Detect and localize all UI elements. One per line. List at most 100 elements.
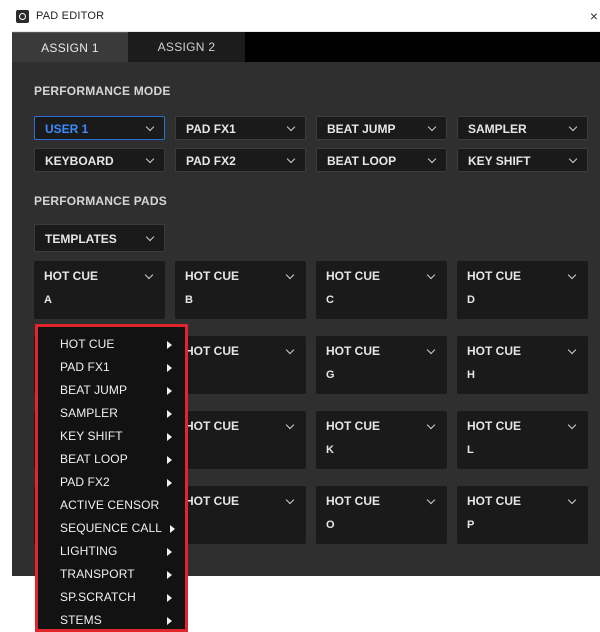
pad-g[interactable]: HOT CUE G [316,336,447,394]
pad-type: HOT CUE [326,344,380,358]
chevron-down-icon[interactable] [286,269,296,281]
tab-bar: ASSIGN 1 ASSIGN 2 [12,32,600,62]
pad-h[interactable]: HOT CUE H [457,336,588,394]
menu-item-label: PAD FX1 [60,360,110,374]
chevron-down-icon [287,121,297,133]
tab-assign-1[interactable]: ASSIGN 1 [12,32,128,62]
submenu-arrow-icon [167,548,172,556]
pad-f[interactable]: HOT CUE [175,336,306,394]
performance-pads-title: PERFORMANCE PADS [34,194,167,208]
pad-type: HOT CUE [326,419,380,433]
menu-item-transport[interactable]: TRANSPORT [38,563,185,585]
close-icon[interactable]: × [590,8,598,24]
chevron-down-icon[interactable] [568,419,578,431]
pad-d[interactable]: HOT CUE D [457,261,588,319]
pad-j[interactable]: HOT CUE [175,411,306,469]
menu-item-sampler[interactable]: SAMPLER [38,402,185,424]
pad-type: HOT CUE [467,269,521,283]
pad-type: HOT CUE [326,494,380,508]
submenu-arrow-icon [167,410,172,418]
mode-dropdown-keyboard[interactable]: KEYBOARD [34,148,165,172]
menu-item-label: BEAT JUMP [60,383,128,397]
menu-item-label: TRANSPORT [60,567,135,581]
menu-item-stems[interactable]: STEMS [38,609,185,631]
pad-b[interactable]: HOT CUE B [175,261,306,319]
mode-dropdown-sampler[interactable]: SAMPLER [457,116,588,140]
submenu-arrow-icon [167,571,172,579]
pad-type: HOT CUE [185,269,239,283]
chevron-down-icon [146,153,156,165]
menu-item-beat-loop[interactable]: BEAT LOOP [38,448,185,470]
menu-item-active-censor[interactable]: ACTIVE CENSOR [38,494,185,516]
menu-item-label: KEY SHIFT [60,429,123,443]
dropdown-label: SAMPLER [468,122,527,136]
menu-item-label: LIGHTING [60,544,118,558]
pad-o[interactable]: HOT CUE O [316,486,447,544]
dropdown-label: BEAT LOOP [327,154,397,168]
pad-letter: G [326,369,335,381]
pad-letter: D [467,294,475,306]
menu-item-label: PAD FX2 [60,475,110,489]
chevron-down-icon[interactable] [427,419,437,431]
menu-item-beat-jump[interactable]: BEAT JUMP [38,379,185,401]
pad-a[interactable]: HOT CUE A [34,261,165,319]
performance-mode-title: PERFORMANCE MODE [34,84,171,98]
menu-item-sequence-call[interactable]: SEQUENCE CALL [38,517,185,539]
pad-type: HOT CUE [185,494,239,508]
pad-letter: B [185,294,193,306]
pad-l[interactable]: HOT CUE L [457,411,588,469]
chevron-down-icon[interactable] [568,344,578,356]
mode-dropdown-pad-fx1[interactable]: PAD FX1 [175,116,306,140]
mode-dropdown-beat-loop[interactable]: BEAT LOOP [316,148,447,172]
submenu-arrow-icon [167,456,172,464]
mode-dropdown-user-1[interactable]: USER 1 [34,116,165,140]
chevron-down-icon [428,153,438,165]
submenu-arrow-icon [167,387,172,395]
pad-c[interactable]: HOT CUE C [316,261,447,319]
chevron-down-icon[interactable] [427,344,437,356]
chevron-down-icon[interactable] [427,494,437,506]
title-bar: PAD EDITOR × [12,0,600,32]
pad-type: HOT CUE [467,344,521,358]
chevron-down-icon [146,121,156,133]
pad-type: HOT CUE [467,494,521,508]
menu-item-key-shift[interactable]: KEY SHIFT [38,425,185,447]
chevron-down-icon [287,153,297,165]
pad-p[interactable]: HOT CUE P [457,486,588,544]
chevron-down-icon [569,121,579,133]
templates-dropdown[interactable]: TEMPLATES [34,224,165,252]
mode-dropdown-pad-fx2[interactable]: PAD FX2 [175,148,306,172]
chevron-down-icon[interactable] [568,494,578,506]
chevron-down-icon [146,231,156,243]
chevron-down-icon[interactable] [427,269,437,281]
mode-dropdown-beat-jump[interactable]: BEAT JUMP [316,116,447,140]
menu-item-label: HOT CUE [60,337,115,351]
menu-item-label: SEQUENCE CALL [60,521,162,535]
menu-item-lighting[interactable]: LIGHTING [38,540,185,562]
menu-item-sp-scratch[interactable]: SP.SCRATCH [38,586,185,608]
chevron-down-icon [428,121,438,133]
pad-letter: L [467,444,474,456]
pad-letter: P [467,519,475,531]
pad-letter: H [467,369,475,381]
chevron-down-icon[interactable] [286,419,296,431]
pad-letter: O [326,519,335,531]
pad-type: HOT CUE [185,419,239,433]
chevron-down-icon[interactable] [286,344,296,356]
chevron-down-icon[interactable] [145,269,155,281]
pad-type: HOT CUE [44,269,98,283]
pad-k[interactable]: HOT CUE K [316,411,447,469]
pad-n[interactable]: HOT CUE [175,486,306,544]
menu-item-pad-fx2[interactable]: PAD FX2 [38,471,185,493]
menu-item-hot-cue[interactable]: HOT CUE [38,333,185,355]
pad-letter: A [44,294,52,306]
submenu-arrow-icon [167,479,172,487]
app-logo-icon [16,10,29,23]
tab-assign-2[interactable]: ASSIGN 2 [128,32,245,62]
chevron-down-icon[interactable] [286,494,296,506]
menu-item-pad-fx1[interactable]: PAD FX1 [38,356,185,378]
pad-type: HOT CUE [467,419,521,433]
mode-dropdown-key-shift[interactable]: KEY SHIFT [457,148,588,172]
chevron-down-icon[interactable] [568,269,578,281]
dropdown-label: PAD FX1 [186,122,236,136]
